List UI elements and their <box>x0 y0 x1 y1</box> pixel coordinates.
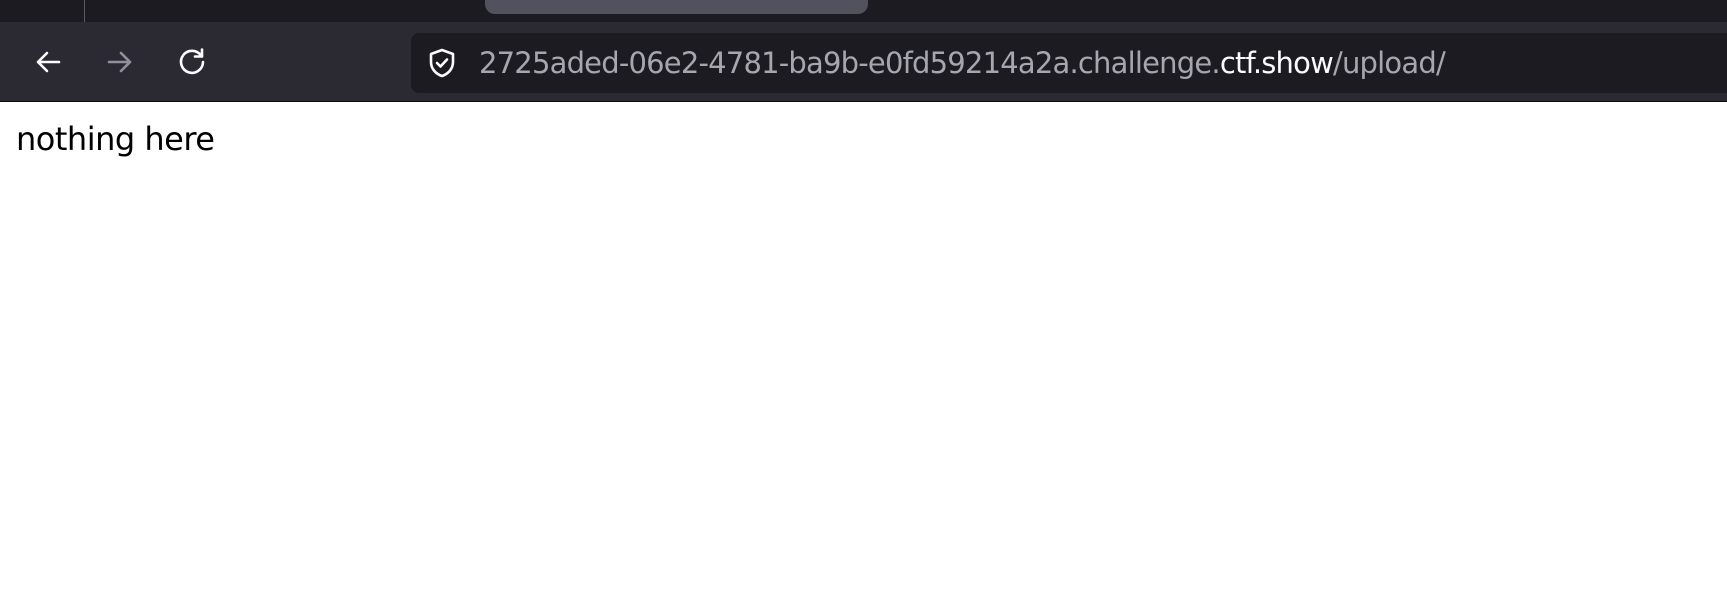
tab-strip <box>0 0 1727 22</box>
forward-button[interactable] <box>98 40 142 84</box>
url-prefix: 2725aded-06e2-4781-ba9b-e0fd59214a2a.cha… <box>479 46 1221 80</box>
page-message: nothing here <box>16 120 215 158</box>
url-domain: ctf.show <box>1219 46 1334 80</box>
reload-icon <box>179 48 205 75</box>
url-path: /upload/ <box>1333 46 1446 80</box>
address-bar[interactable]: 2725aded-06e2-4781-ba9b-e0fd59214a2a.cha… <box>411 33 1727 93</box>
back-button[interactable] <box>26 40 70 84</box>
arrow-right-icon <box>107 51 132 73</box>
shield-check-icon[interactable] <box>426 47 458 79</box>
tab-divider <box>84 0 85 22</box>
page-content: nothing here <box>0 102 1727 607</box>
url-text[interactable]: 2725aded-06e2-4781-ba9b-e0fd59214a2a.cha… <box>479 33 1446 93</box>
navigation-toolbar: 2725aded-06e2-4781-ba9b-e0fd59214a2a.cha… <box>0 22 1727 102</box>
active-tab[interactable] <box>485 0 868 14</box>
reload-button[interactable] <box>170 40 214 84</box>
arrow-left-icon <box>36 51 61 73</box>
